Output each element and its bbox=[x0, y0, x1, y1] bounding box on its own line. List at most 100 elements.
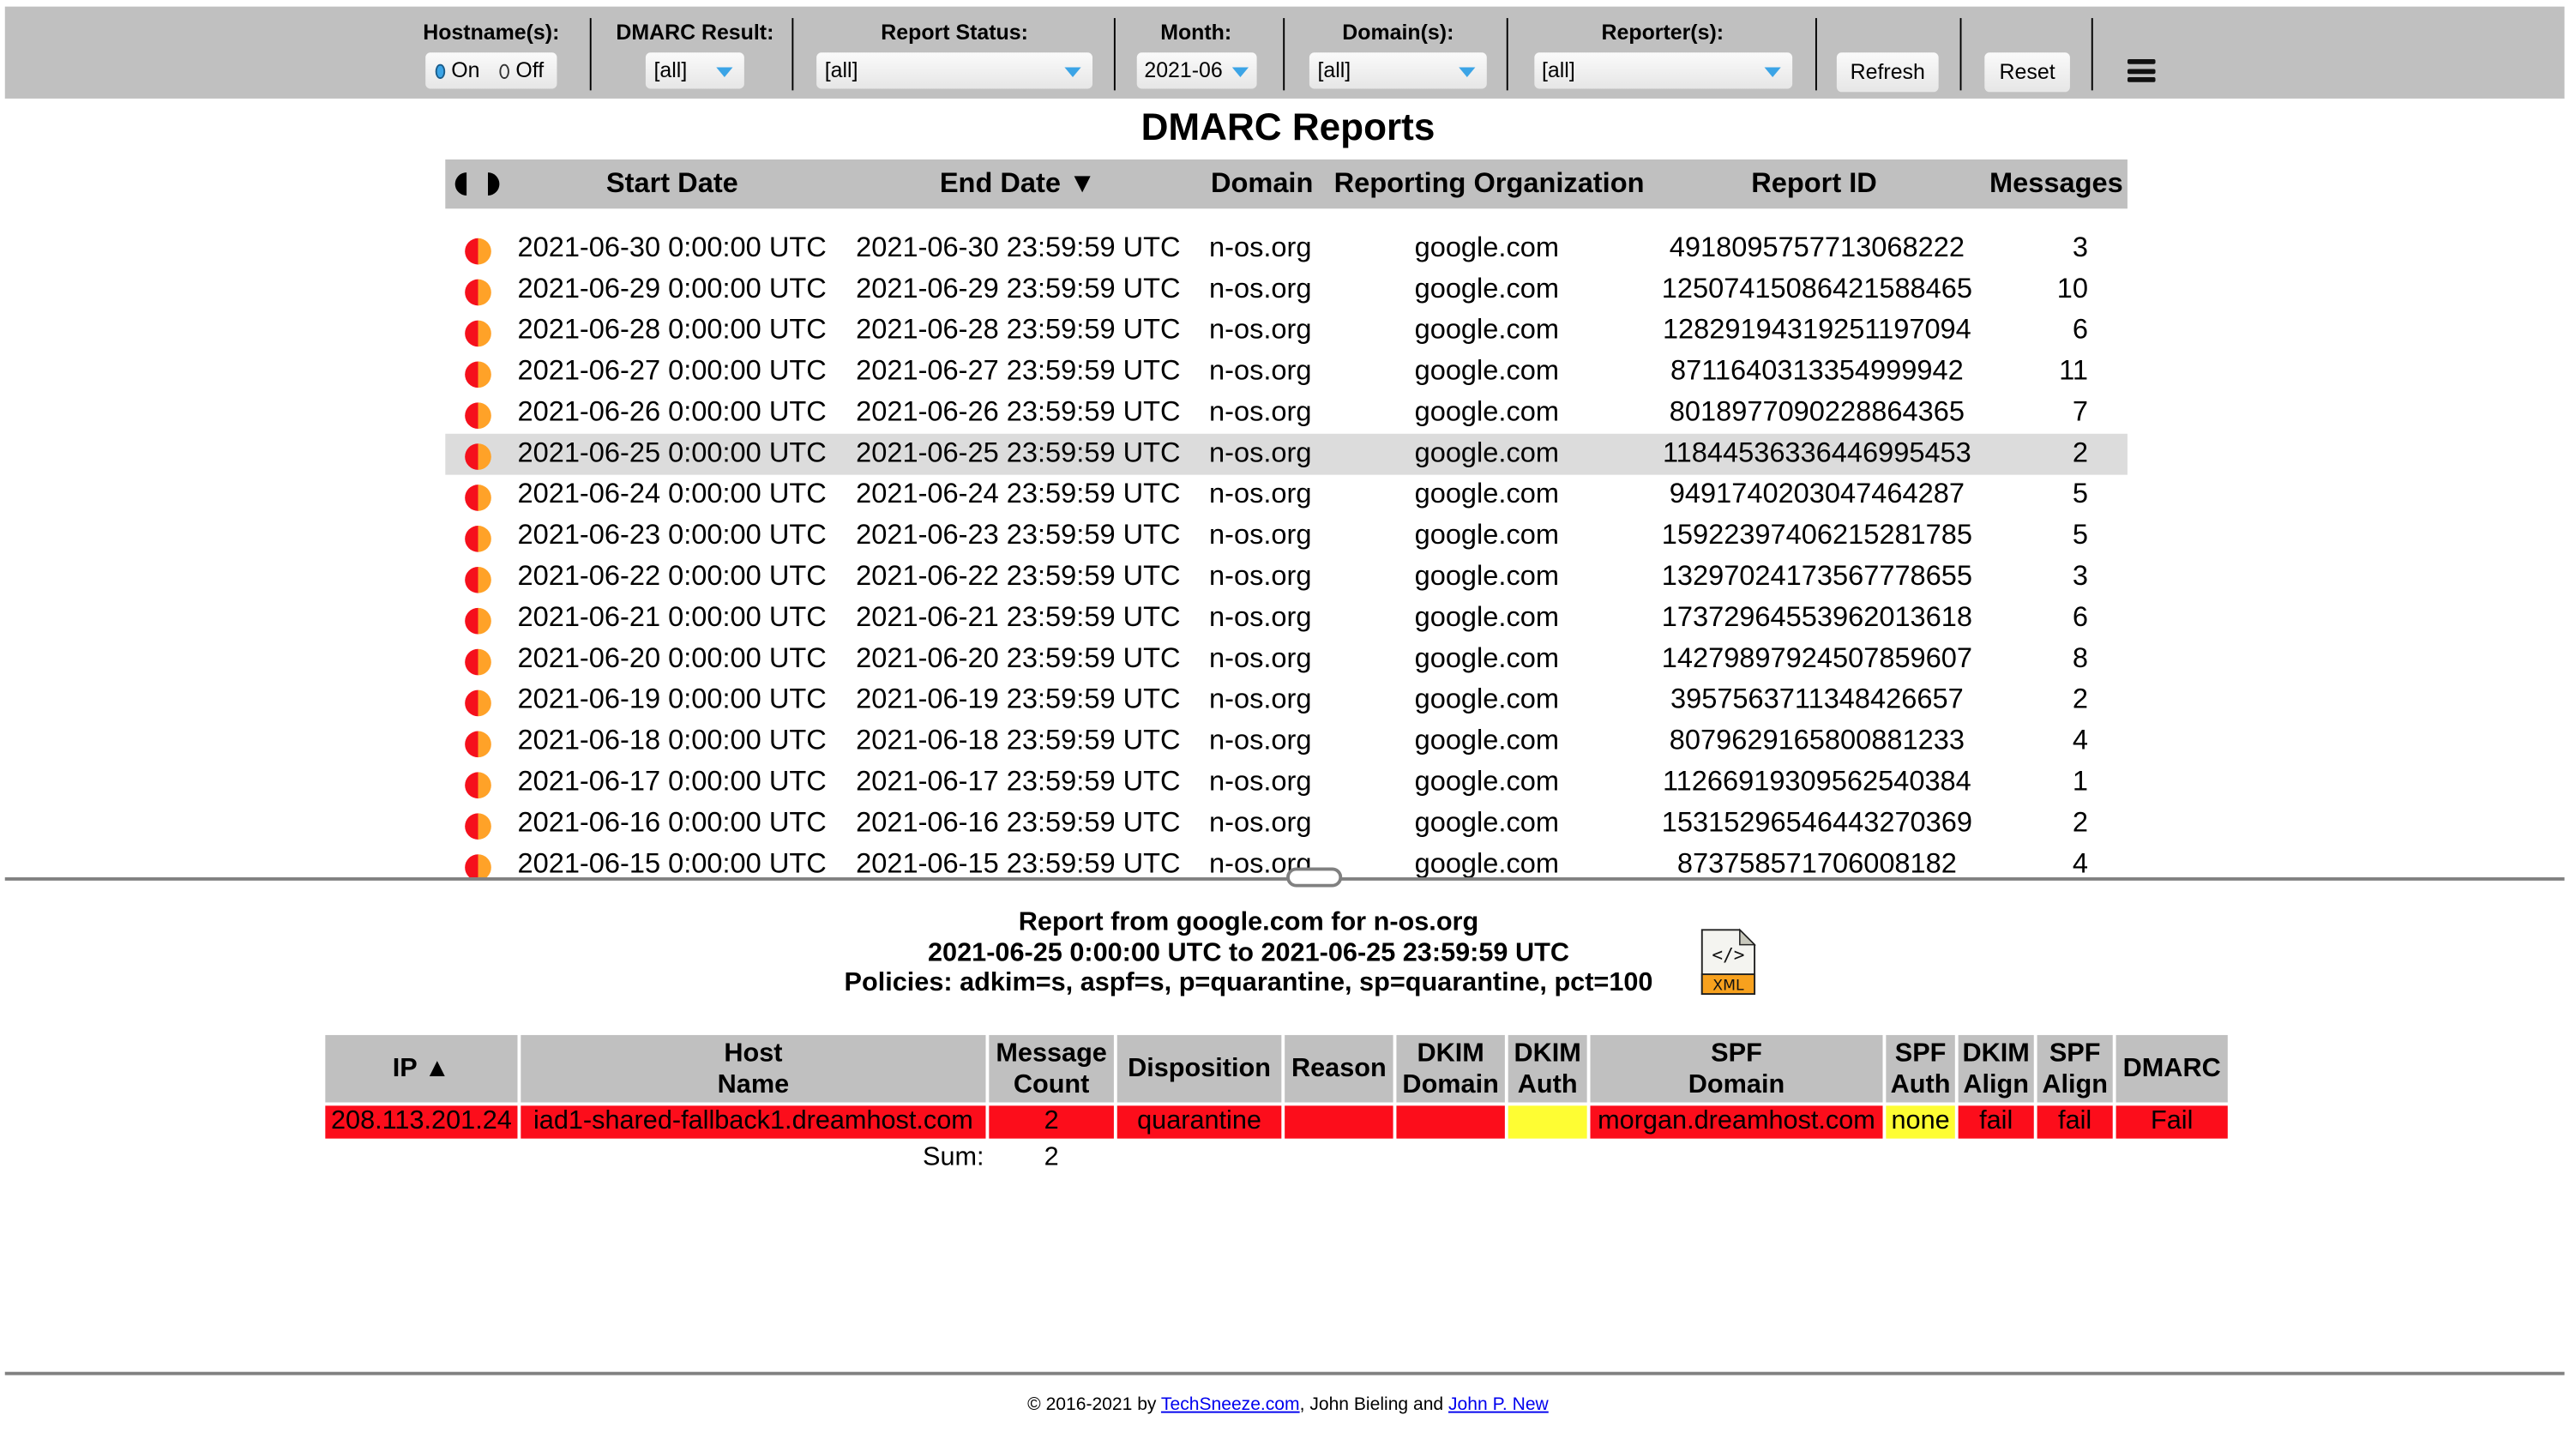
cell-dkim-auth bbox=[1508, 1105, 1587, 1139]
col-dkim-auth[interactable]: DKIM Auth bbox=[1508, 1034, 1587, 1103]
half-circles-toggle-icon[interactable] bbox=[454, 172, 467, 196]
report-row[interactable]: 2021-06-28 0:00:00 UTC 2021-06-28 23:59:5… bbox=[445, 310, 2128, 352]
cell-domain: n-os.org bbox=[1209, 806, 1312, 839]
detail-row[interactable]: 208.113.201.24 iad1-shared-fallback1.dre… bbox=[325, 1105, 2228, 1139]
col-spf-align[interactable]: SPF Align bbox=[2037, 1034, 2113, 1103]
col-ip[interactable]: IP ▲ bbox=[325, 1034, 518, 1103]
chevron-down-icon bbox=[1763, 67, 1780, 78]
domains-select[interactable]: [all] bbox=[1309, 52, 1487, 89]
col-reporting-org[interactable]: Reporting Organization bbox=[1334, 167, 1645, 200]
cell-start-date: 2021-06-30 0:00:00 UTC bbox=[517, 232, 827, 263]
footer-middle: , John Bieling and bbox=[1299, 1394, 1449, 1415]
report-row[interactable]: 2021-06-19 0:00:00 UTC 2021-06-19 23:59:5… bbox=[445, 680, 2128, 721]
hostnames-on-radio[interactable] bbox=[435, 63, 445, 79]
month-option: Month: 2021-06 bbox=[1130, 7, 1261, 99]
col-report-id[interactable]: Report ID bbox=[1751, 167, 1877, 200]
report-list[interactable]: Start Date End Date ▼ Domain Reporting O… bbox=[445, 159, 2128, 878]
hamburger-menu-icon[interactable] bbox=[2127, 58, 2156, 82]
separator bbox=[1815, 18, 1817, 91]
status-dot-icon bbox=[465, 238, 491, 265]
hostnames-on-label[interactable]: On bbox=[451, 52, 479, 88]
john-p-new-link[interactable]: John P. New bbox=[1448, 1395, 1549, 1415]
report-row[interactable]: 2021-06-15 0:00:00 UTC 2021-06-15 23:59:5… bbox=[445, 845, 2128, 878]
cell-report-id: 11266919309562540384 bbox=[1662, 765, 1971, 798]
reporters-select[interactable]: [all] bbox=[1533, 52, 1792, 89]
col-start-date[interactable]: Start Date bbox=[606, 167, 738, 200]
col-dkim-domain[interactable]: DKIM Domain bbox=[1396, 1034, 1505, 1103]
report-row[interactable]: 2021-06-16 0:00:00 UTC 2021-06-16 23:59:5… bbox=[445, 804, 2128, 845]
cell-reporting-org: google.com bbox=[1414, 519, 1559, 551]
cell-messages: 5 bbox=[2072, 519, 2088, 551]
cell-report-id: 13297024173567778655 bbox=[1661, 560, 1973, 592]
col-host-name[interactable]: Host Name bbox=[521, 1034, 986, 1103]
report-row[interactable]: 2021-06-17 0:00:00 UTC 2021-06-17 23:59:5… bbox=[445, 762, 2128, 804]
cell-report-id: 8079629165800881233 bbox=[1669, 724, 1965, 756]
cell-domain: n-os.org bbox=[1209, 601, 1312, 633]
cell-messages: 11 bbox=[2059, 354, 2088, 387]
col-dmarc[interactable]: DMARC bbox=[2116, 1034, 2228, 1103]
reset-button[interactable]: Reset bbox=[1984, 52, 2070, 93]
col-end-date[interactable]: End Date ▼ bbox=[940, 167, 1096, 200]
report-row[interactable]: 2021-06-24 0:00:00 UTC 2021-06-24 23:59:5… bbox=[445, 475, 2128, 516]
report-row[interactable]: 2021-06-21 0:00:00 UTC 2021-06-21 23:59:5… bbox=[445, 598, 2128, 639]
cell-spf-auth: none bbox=[1886, 1105, 1955, 1139]
hostnames-off-radio[interactable] bbox=[499, 63, 509, 79]
refresh-button[interactable]: Refresh bbox=[1836, 52, 1939, 93]
cell-disposition: quarantine bbox=[1116, 1105, 1282, 1139]
report-row[interactable]: 2021-06-22 0:00:00 UTC 2021-06-22 23:59:5… bbox=[445, 557, 2128, 598]
report-row[interactable]: 2021-06-23 0:00:00 UTC 2021-06-23 23:59:5… bbox=[445, 516, 2128, 557]
cell-messages: 7 bbox=[2072, 395, 2088, 428]
month-select[interactable]: 2021-06 bbox=[1135, 52, 1256, 89]
report-row[interactable]: 2021-06-18 0:00:00 UTC 2021-06-18 23:59:5… bbox=[445, 721, 2128, 762]
col-message-count[interactable]: Message Count bbox=[989, 1034, 1114, 1103]
col-dkim-align[interactable]: DKIM Align bbox=[1958, 1034, 2034, 1103]
resize-handle[interactable] bbox=[1286, 867, 1343, 888]
cell-domain: n-os.org bbox=[1209, 560, 1312, 592]
report-row[interactable]: 2021-06-20 0:00:00 UTC 2021-06-20 23:59:5… bbox=[445, 639, 2128, 680]
cell-reporting-org: google.com bbox=[1414, 313, 1559, 346]
report-row[interactable]: 2021-06-25 0:00:00 UTC 2021-06-25 23:59:5… bbox=[445, 433, 2128, 475]
report-row[interactable]: 2021-06-26 0:00:00 UTC 2021-06-26 23:59:5… bbox=[445, 393, 2128, 434]
pane-divider[interactable] bbox=[4, 877, 2565, 881]
col-spf-domain[interactable]: SPF Domain bbox=[1590, 1034, 1883, 1103]
report-source: Report from google.com for n-os.org bbox=[1018, 908, 1479, 937]
col-messages[interactable]: Messages bbox=[1989, 167, 2123, 200]
cell-spf-domain: morgan.dreamhost.com bbox=[1590, 1105, 1883, 1139]
cell-reporting-org: google.com bbox=[1414, 601, 1559, 633]
report-row[interactable]: 2021-06-30 0:00:00 UTC 2021-06-30 23:59:5… bbox=[445, 228, 2128, 269]
cell-reporting-org: google.com bbox=[1414, 395, 1559, 428]
col-domain[interactable]: Domain bbox=[1211, 167, 1313, 200]
page-title: DMARC Reports bbox=[1141, 105, 1435, 148]
cell-start-date: 2021-06-27 0:00:00 UTC bbox=[517, 354, 827, 387]
cell-messages: 3 bbox=[2072, 232, 2088, 263]
hostnames-option: Hostname(s): On Off bbox=[409, 7, 574, 99]
cell-reporting-org: google.com bbox=[1414, 478, 1559, 509]
dmarc-result-select[interactable]: [all] bbox=[645, 52, 744, 89]
techsneeze-link[interactable]: TechSneeze.com bbox=[1161, 1395, 1300, 1415]
cell-reporting-org: google.com bbox=[1414, 724, 1559, 756]
report-status-select[interactable]: [all] bbox=[816, 52, 1093, 89]
col-spf-auth[interactable]: SPF Auth bbox=[1886, 1034, 1955, 1103]
xml-file-icon[interactable]: </> XML bbox=[1700, 928, 1756, 996]
hostnames-off-label[interactable]: Off bbox=[515, 52, 544, 88]
dmarc-result-label: DMARC Result: bbox=[616, 19, 774, 45]
cell-start-date: 2021-06-20 0:00:00 UTC bbox=[517, 642, 827, 674]
cell-reporting-org: google.com bbox=[1414, 273, 1559, 304]
col-disposition[interactable]: Disposition bbox=[1116, 1034, 1282, 1103]
report-row[interactable]: 2021-06-27 0:00:00 UTC 2021-06-27 23:59:5… bbox=[445, 352, 2128, 393]
cell-end-date: 2021-06-28 23:59:59 UTC bbox=[856, 313, 1181, 346]
report-status-option: Report Status: [all] bbox=[813, 7, 1096, 99]
cell-end-date: 2021-06-19 23:59:59 UTC bbox=[856, 683, 1181, 715]
report-status-label: Report Status: bbox=[881, 19, 1028, 45]
sum-label: Sum: bbox=[923, 1143, 984, 1171]
report-row[interactable]: 2021-06-29 0:00:00 UTC 2021-06-29 23:59:5… bbox=[445, 269, 2128, 310]
cell-messages: 2 bbox=[2072, 806, 2088, 839]
reporters-option: Reporter(s): [all] bbox=[1530, 7, 1796, 99]
cell-reporting-org: google.com bbox=[1414, 683, 1559, 715]
cell-domain: n-os.org bbox=[1209, 642, 1312, 674]
col-reason[interactable]: Reason bbox=[1285, 1034, 1393, 1103]
half-circles-toggle-icon[interactable] bbox=[487, 172, 500, 196]
cell-start-date: 2021-06-29 0:00:00 UTC bbox=[517, 273, 827, 304]
cell-start-date: 2021-06-24 0:00:00 UTC bbox=[517, 478, 827, 509]
chevron-down-icon bbox=[1231, 67, 1249, 78]
